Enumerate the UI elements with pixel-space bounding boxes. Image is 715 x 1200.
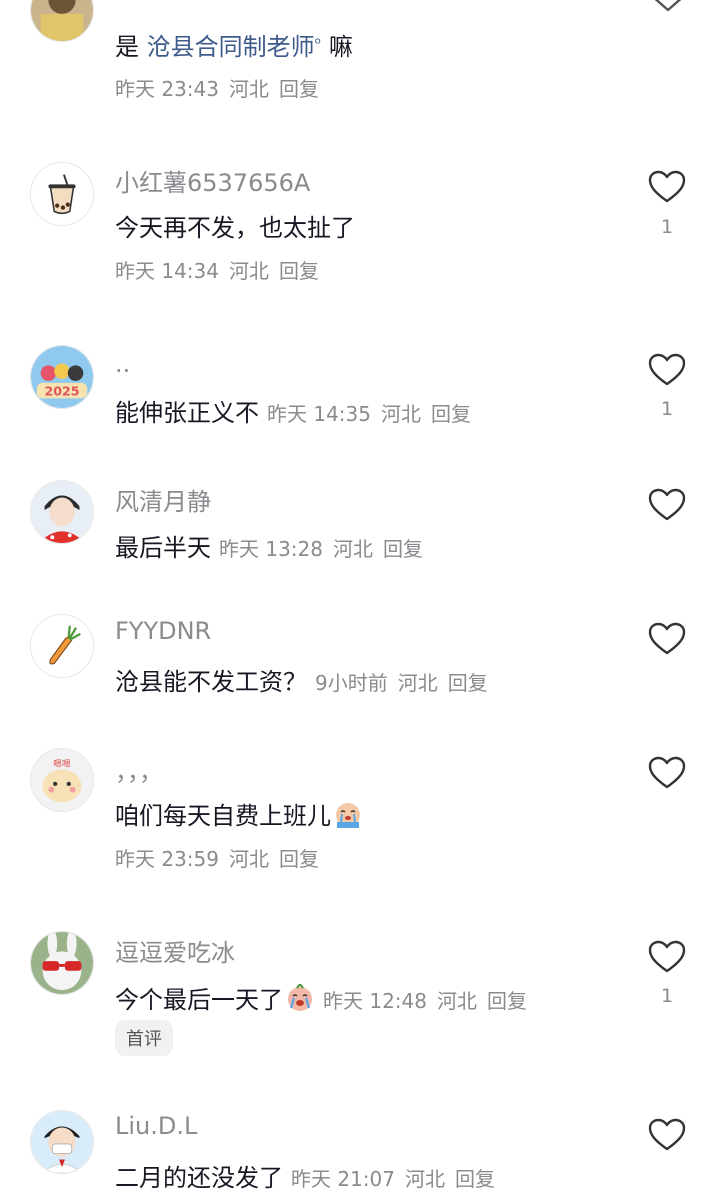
comment-meta: 昨天 14:35 河北 回复 — [267, 402, 481, 426]
reply-button[interactable]: 回复 — [431, 402, 471, 426]
svg-text:2025: 2025 — [44, 383, 79, 398]
comment-time: 昨天 13:28 — [219, 537, 323, 561]
like-heart-icon[interactable] — [648, 1118, 686, 1152]
comment-text: 沧县能不发工资？ 9小时前 河北 回复 — [115, 662, 498, 697]
username[interactable]: Liu.D.L — [115, 1112, 197, 1140]
comment-location: 河北 — [405, 1167, 445, 1191]
like-heart-icon[interactable] — [648, 940, 686, 974]
comment-time: 9小时前 — [315, 671, 388, 695]
comment-meta: 昨天 23:43 河北 回复 — [115, 73, 329, 102]
like-count: 1 — [660, 985, 674, 1007]
comment-time: 昨天 12:48 — [323, 989, 427, 1013]
reply-button[interactable]: 回复 — [279, 259, 319, 283]
crying-emoji-icon — [285, 982, 315, 1014]
comment-location: 河北 — [381, 402, 421, 426]
comment-meta: 昨天 21:07 河北 回复 — [291, 1167, 505, 1191]
collapse-chevron-icon[interactable] — [649, 0, 687, 18]
carrot-icon — [31, 615, 93, 677]
comment-time: 昨天 23:43 — [115, 77, 219, 101]
comment-text: 咱们每天自费上班儿 — [115, 796, 363, 831]
bubble-tea-icon — [31, 163, 93, 225]
svg-text:嗯嗯: 嗯嗯 — [53, 758, 71, 769]
comment-text: 最后半天 昨天 13:28 河北 回复 — [115, 528, 433, 563]
first-comment-badge: 首评 — [115, 1020, 173, 1056]
comment-location: 河北 — [437, 989, 477, 1013]
reply-button[interactable]: 回复 — [455, 1167, 495, 1191]
comment-location: 河北 — [333, 537, 373, 561]
like-heart-icon[interactable] — [648, 488, 686, 522]
comment-location: 河北 — [229, 77, 269, 101]
comment-time: 昨天 14:35 — [267, 402, 371, 426]
reply-button[interactable]: 回复 — [383, 537, 423, 561]
like-heart-icon[interactable] — [648, 353, 686, 387]
comment-meta: 昨天 13:28 河北 回复 — [219, 537, 433, 561]
comment-time: 昨天 14:34 — [115, 259, 219, 283]
username[interactable]: FYYDNR — [115, 617, 211, 645]
comment-text: 今天再不发，也太扯了 — [115, 214, 355, 242]
like-heart-icon[interactable] — [648, 622, 686, 656]
reply-button[interactable]: 回复 — [487, 989, 527, 1013]
comment-location: 河北 — [229, 259, 269, 283]
avatar[interactable]: 嗯嗯 — [30, 748, 94, 812]
like-count: 1 — [660, 216, 674, 238]
avatar[interactable]: 2025 — [30, 345, 94, 409]
comment-meta: 昨天 12:48 河北 回复 — [323, 989, 537, 1013]
comment-location: 河北 — [229, 847, 269, 871]
comment-location: 河北 — [397, 671, 438, 695]
username[interactable]: 逗逗爱吃冰 — [115, 933, 235, 968]
avatar[interactable] — [30, 931, 94, 995]
username[interactable]: .. — [115, 350, 130, 378]
like-heart-icon[interactable] — [648, 756, 686, 790]
like-count: 1 — [660, 398, 674, 420]
avatar[interactable] — [30, 1110, 94, 1174]
mention-link[interactable]: 沧县合同制老师ᵒ — [147, 33, 322, 61]
avatar[interactable] — [30, 162, 94, 226]
crying-emoji-icon — [333, 800, 363, 830]
comment-meta: 9小时前 河北 回复 — [315, 671, 498, 695]
like-heart-icon[interactable] — [648, 170, 686, 204]
comment-time: 昨天 23:59 — [115, 847, 219, 871]
username[interactable]: 风清月静 — [115, 482, 211, 517]
reply-button[interactable]: 回复 — [448, 671, 488, 695]
avatar[interactable] — [30, 0, 94, 42]
username[interactable]: ，，， — [115, 752, 163, 787]
reply-button[interactable]: 回复 — [279, 77, 319, 101]
comment-text: 二月的还没发了 昨天 21:07 河北 回复 — [115, 1158, 505, 1193]
comment-time: 昨天 21:07 — [291, 1167, 395, 1191]
comment-text: 是 沧县合同制老师ᵒ 嘛 — [115, 33, 353, 61]
comment-meta: 昨天 14:34 河北 回复 — [115, 255, 329, 284]
avatar[interactable] — [30, 480, 94, 544]
comment-text: 今个最后一天了 昨天 12:48 河北 回复 — [115, 980, 537, 1015]
comment-text: 能伸张正义不 昨天 14:35 河北 回复 — [115, 393, 481, 428]
comment-meta: 昨天 23:59 河北 回复 — [115, 843, 329, 872]
reply-button[interactable]: 回复 — [279, 847, 319, 871]
username[interactable]: 小红薯6537656A — [115, 163, 310, 198]
avatar[interactable] — [30, 614, 94, 678]
